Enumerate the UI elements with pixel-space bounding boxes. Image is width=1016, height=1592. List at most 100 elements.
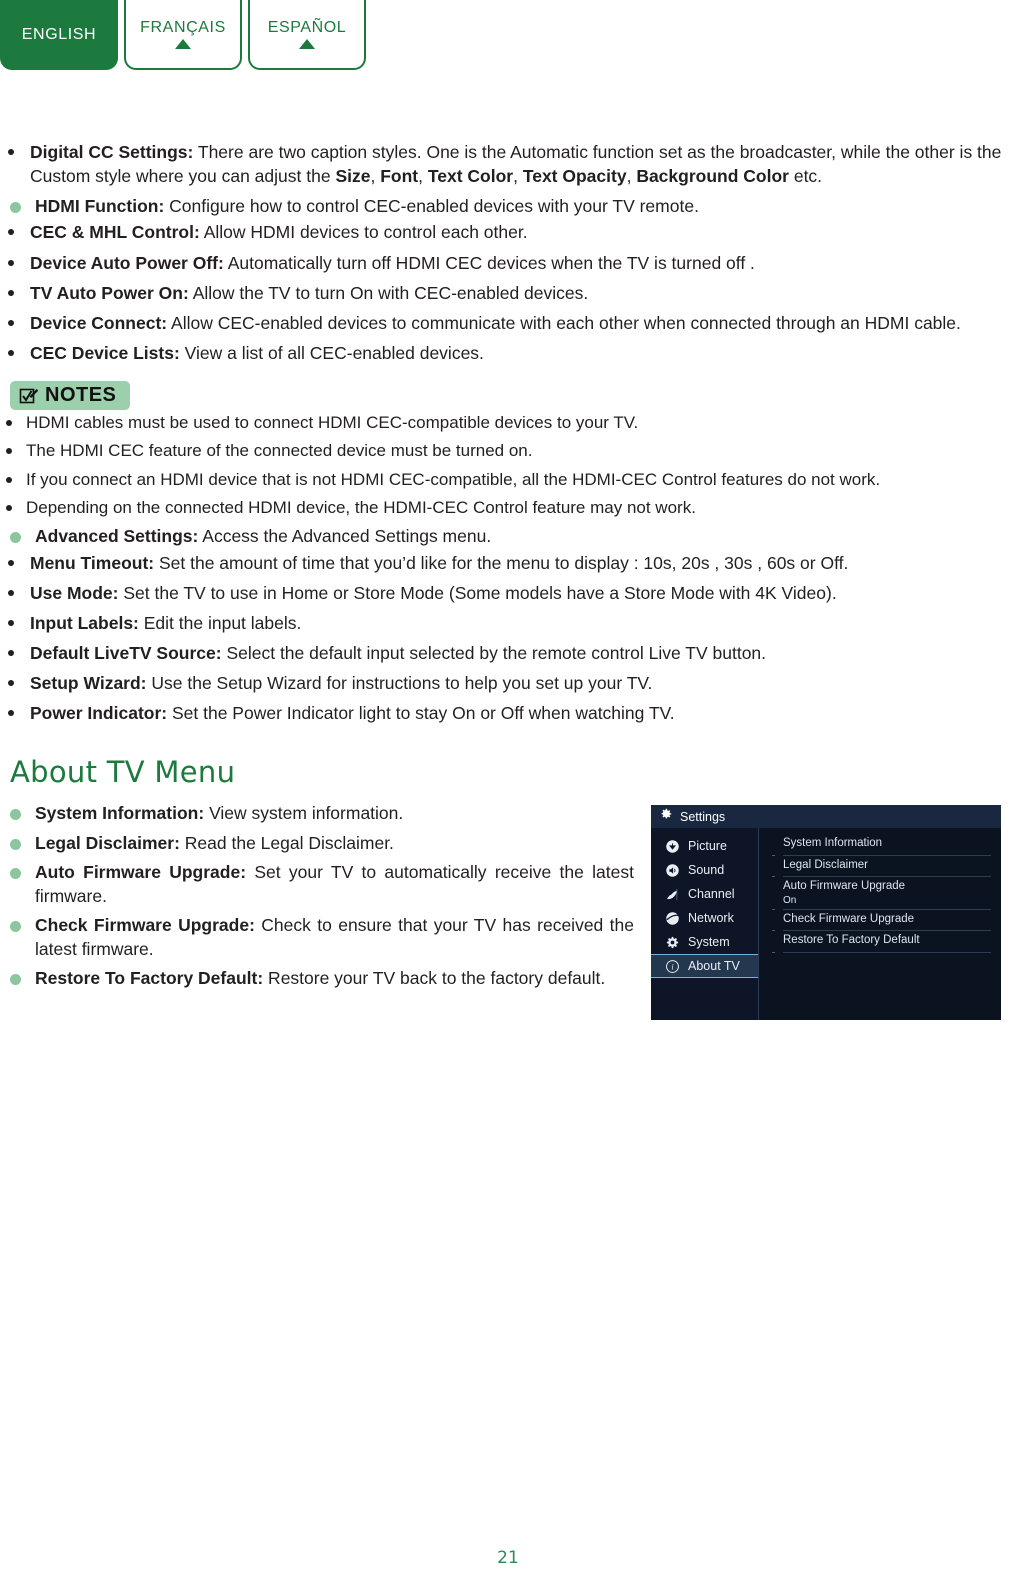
panel-row-label: Legal Disclaimer <box>783 858 869 871</box>
list-item: CEC Device Lists: View a list of all CEC… <box>0 341 1016 365</box>
bullet-icon <box>8 650 14 656</box>
tv-menu-title: Settings <box>680 809 726 824</box>
panel-row-check-firmware-upgrade[interactable]: Check Firmware Upgrade <box>772 910 991 932</box>
emphasis-size: Size <box>335 166 371 187</box>
bullet-icon <box>6 419 12 426</box>
note-text: Depending on the connected HDMI device, … <box>26 497 696 517</box>
term-label: Menu Timeout: <box>30 552 155 573</box>
body-text: Read the Legal Disclaimer. <box>179 832 394 853</box>
list-item: HDMI cables must be used to connect HDMI… <box>0 411 1016 434</box>
sidebar-item-label: Sound <box>688 863 725 877</box>
triangle-up-icon <box>175 39 191 49</box>
info-icon: i <box>665 959 680 974</box>
emphasis-text-color: Text Color <box>427 166 514 187</box>
bullet-icon <box>10 809 21 821</box>
about-tv-left-column: System Information: View system informat… <box>0 801 640 990</box>
separator: , <box>626 166 637 187</box>
note-text: The HDMI CEC feature of the connected de… <box>26 441 533 461</box>
triangle-up-icon <box>299 39 315 49</box>
panel-row-value: On <box>783 894 797 906</box>
bullet-icon <box>8 680 14 687</box>
panel-row-restore-to-factory-default[interactable]: Restore To Factory Default <box>772 931 991 953</box>
language-tab-francais[interactable]: FRANÇAIS <box>124 0 242 70</box>
body-text-end: etc. <box>788 166 823 187</box>
tv-menu-sidebar: Picture Sound Channel Network System i A… <box>651 828 759 1020</box>
bullet-icon <box>8 229 14 236</box>
term-label: Legal Disclaimer: <box>35 832 180 853</box>
note-text: HDMI cables must be used to connect HDMI… <box>26 412 639 432</box>
sidebar-item-system[interactable]: System <box>651 930 758 954</box>
bullet-icon <box>10 867 21 879</box>
satellite-dish-icon <box>665 887 680 902</box>
body-text: Automatically turn off HDMI CEC devices … <box>223 252 755 273</box>
sidebar-item-about-tv[interactable]: i About TV <box>651 954 758 978</box>
hdmi-function-list: HDMI Function: Configure how to control … <box>0 194 1016 218</box>
advanced-sub-list: Menu Timeout: Set the amount of time tha… <box>0 551 1016 726</box>
list-item: The HDMI CEC feature of the connected de… <box>0 439 1016 462</box>
panel-row-legal-disclaimer[interactable]: Legal Disclaimer <box>772 856 991 878</box>
term-label: Default LiveTV Source: <box>30 643 222 663</box>
list-item: Power Indicator: Set the Power Indicator… <box>0 701 1016 725</box>
body-text: Access the Advanced Settings menu. <box>198 526 492 547</box>
sidebar-item-network[interactable]: Network <box>651 906 758 930</box>
body-text: View a list of all CEC-enabled devices. <box>179 342 484 363</box>
bullet-icon <box>10 920 21 932</box>
panel-row-label: Restore To Factory Default <box>783 934 920 947</box>
panel-row-system-information[interactable]: System Information <box>772 834 991 856</box>
bullet-icon <box>10 974 21 986</box>
body-text: Configure how to control CEC-enabled dev… <box>164 196 699 217</box>
term-label: Check Firmware Upgrade: <box>35 914 255 935</box>
list-item-advanced-settings: Advanced Settings: Access the Advanced S… <box>0 524 1016 548</box>
term-label: Use Mode: <box>30 582 119 603</box>
notes-badge: NOTES <box>10 381 131 411</box>
bullet-icon <box>8 710 14 717</box>
page-title-about-tv-menu: About TV Menu <box>10 755 236 790</box>
tv-menu-header: Settings <box>651 805 1001 828</box>
emphasis-text-opacity: Text Opacity <box>522 166 627 187</box>
bullet-icon <box>6 504 12 511</box>
list-item: TV Auto Power On: Allow the TV to turn O… <box>0 281 1016 305</box>
bullet-icon <box>8 589 14 596</box>
term-label: Advanced Settings: <box>35 526 199 547</box>
about-tv-list: System Information: View system informat… <box>0 801 640 990</box>
sidebar-item-label: System <box>688 935 730 949</box>
body-text: Restore your TV back to the factory defa… <box>263 968 606 989</box>
term-label: Input Labels: <box>30 612 139 633</box>
list-item: Restore To Factory Default: Restore your… <box>0 966 640 990</box>
body-text: Allow the TV to turn On with CEC-enabled… <box>188 282 589 303</box>
body-text: Select the default input selected by the… <box>221 643 767 663</box>
panel-row-auto-firmware-upgrade[interactable]: Auto Firmware Upgrade On <box>772 877 991 910</box>
panel-row-label: Auto Firmware Upgrade <box>783 880 906 893</box>
term-label: Device Auto Power Off: <box>30 252 224 273</box>
sidebar-item-sound[interactable]: Sound <box>651 858 758 882</box>
body-text: Set the Power Indicator light to stay On… <box>167 703 675 724</box>
language-tab-english[interactable]: ENGLISH <box>0 0 118 70</box>
tv-menu-panel: System Information Legal Disclaimer Auto… <box>759 828 1001 1020</box>
emphasis-background-color: Background Color <box>636 166 789 187</box>
page-number: 21 <box>497 1548 519 1568</box>
term-label: System Information: <box>35 803 205 824</box>
tv-settings-menu-screenshot: Settings Picture Sound Channel Network S… <box>651 805 1001 1020</box>
advanced-settings-list: Advanced Settings: Access the Advanced S… <box>0 524 1016 548</box>
term-label: Device Connect: <box>30 312 168 333</box>
language-tab-espanol[interactable]: ESPAÑOL <box>248 0 366 70</box>
language-tab-label: ESPAÑOL <box>267 19 347 36</box>
list-item: Depending on the connected HDMI device, … <box>0 496 1016 519</box>
bullet-icon <box>6 476 12 483</box>
bullet-icon <box>8 559 14 566</box>
list-item: Menu Timeout: Set the amount of time tha… <box>0 551 1016 575</box>
body-text: Set the TV to use in Home or Store Mode … <box>118 582 837 603</box>
bullet-icon <box>6 448 12 455</box>
hdmi-sub-list: CEC & MHL Control: Allow HDMI devices to… <box>0 220 1016 365</box>
sidebar-item-channel[interactable]: Channel <box>651 882 758 906</box>
body-text: Set the amount of time that you’d like f… <box>154 552 849 573</box>
emphasis-font: Font <box>380 166 419 187</box>
picture-icon <box>665 839 680 854</box>
language-tab-label: ENGLISH <box>21 26 97 43</box>
separator: , <box>513 166 523 187</box>
body-text: Use the Setup Wizard for instructions to… <box>146 673 653 694</box>
list-item: Check Firmware Upgrade: Check to ensure … <box>0 913 640 961</box>
term-label: TV Auto Power On: <box>30 282 189 303</box>
bullet-icon <box>8 149 14 155</box>
sidebar-item-picture[interactable]: Picture <box>651 834 758 858</box>
